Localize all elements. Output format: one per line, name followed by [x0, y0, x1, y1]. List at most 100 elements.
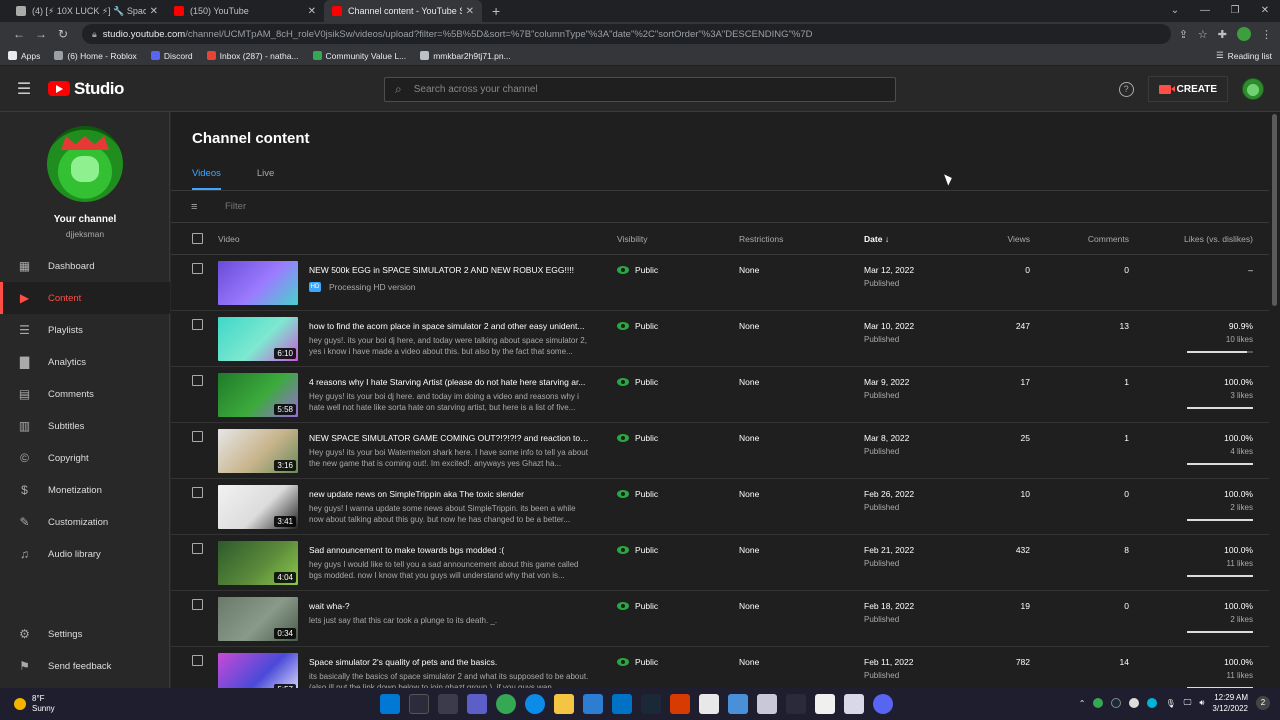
weather-widget[interactable]: 8°F Sunny	[14, 694, 55, 714]
clock[interactable]: 12:29 AM 3/12/2022	[1212, 692, 1248, 714]
col-comments[interactable]: Comments	[1088, 234, 1129, 244]
select-all-checkbox[interactable]	[192, 233, 203, 244]
steam-icon[interactable]	[641, 694, 661, 714]
sidebar-item-comments[interactable]: ▤ Comments	[0, 378, 170, 410]
filter-input[interactable]: Filter	[225, 201, 246, 212]
row-checkbox[interactable]	[192, 599, 203, 610]
col-visibility[interactable]: Visibility	[617, 234, 648, 244]
start-button-icon[interactable]	[380, 694, 400, 714]
bookmark-item[interactable]: Apps	[8, 51, 40, 61]
pen-app-icon[interactable]	[844, 694, 864, 714]
bookmark-star-icon[interactable]: ☆	[1198, 28, 1208, 41]
sidebar-item-subtitles[interactable]: ▥ Subtitles	[0, 410, 170, 442]
tab-close-icon[interactable]: ✕	[308, 6, 316, 17]
sidebar-item-send-feedback[interactable]: ⚑ Send feedback	[0, 650, 170, 682]
tray-chevron-icon[interactable]: ⌃	[1079, 699, 1086, 708]
sidebar-item-content[interactable]: ▶ Content	[0, 282, 170, 314]
tab-close-icon[interactable]: ✕	[150, 6, 158, 17]
tray-app-icon[interactable]	[1093, 698, 1104, 708]
tab-live[interactable]: Live	[257, 160, 274, 190]
row-checkbox[interactable]	[192, 543, 203, 554]
search-taskbar-icon[interactable]	[409, 694, 429, 714]
video-title[interactable]: NEW SPACE SIMULATOR GAME COMING OUT?!?!?…	[309, 433, 591, 443]
menu-kebab-icon[interactable]: ⋮	[1261, 28, 1272, 41]
bookmark-item[interactable]: Community Value L...	[312, 51, 406, 61]
video-title[interactable]: Space simulator 2's quality of pets and …	[309, 657, 591, 667]
row-checkbox[interactable]	[192, 319, 203, 330]
col-restrictions[interactable]: Restrictions	[739, 234, 783, 244]
video-thumbnail[interactable]: 3:16	[218, 429, 298, 473]
reload-icon[interactable]: ↻	[52, 27, 74, 41]
video-thumbnail[interactable]: 3:41	[218, 485, 298, 529]
discord-icon[interactable]	[873, 694, 893, 714]
forward-icon[interactable]: →	[30, 27, 52, 41]
lock-icon[interactable]: 🔒︎	[92, 29, 97, 40]
file-explorer-icon[interactable]	[554, 694, 574, 714]
help-icon[interactable]: ?	[1118, 81, 1134, 97]
table-row[interactable]: 4:04 Sad announcement to make towards bgs…	[171, 535, 1269, 591]
back-icon[interactable]: ←	[8, 27, 30, 41]
table-row[interactable]: 3:16 NEW SPACE SIMULATOR GAME COMING OUT?…	[171, 423, 1269, 479]
video-thumbnail[interactable]: 5:58	[218, 373, 298, 417]
video-thumbnail[interactable]: 4:04	[218, 541, 298, 585]
video-title[interactable]: Sad announcement to make towards bgs mod…	[309, 545, 591, 555]
minimize-button[interactable]: —	[1190, 0, 1220, 22]
share-icon[interactable]: ⇪	[1179, 28, 1188, 41]
visibility-dropdown[interactable]: Public	[617, 377, 658, 387]
video-thumbnail[interactable]: 5:57	[218, 653, 298, 688]
visibility-dropdown[interactable]: Public	[617, 657, 658, 667]
page-scrollbar[interactable]	[1269, 112, 1280, 688]
bookmark-item[interactable]: Inbox (287) - natha...	[206, 51, 299, 61]
profile-avatar[interactable]	[1237, 27, 1251, 41]
browser-tab[interactable]: (4) [⚡ 10X LUCK ⚡] 🔧 Space Si ✕	[8, 0, 166, 22]
reading-list-button[interactable]: ☰ Reading list	[1216, 50, 1272, 61]
sidebar-item-analytics[interactable]: ▇ Analytics	[0, 346, 170, 378]
your-channel-label[interactable]: Your channel	[0, 214, 170, 225]
visibility-dropdown[interactable]: Public	[617, 265, 658, 275]
extensions-icon[interactable]: ✚	[1218, 28, 1227, 41]
microphone-icon[interactable]: 🎙︎	[1165, 699, 1175, 708]
table-row[interactable]: 5:58 4 reasons why I hate Starving Artist…	[171, 367, 1269, 423]
tray-cloud-icon[interactable]	[1129, 698, 1140, 708]
studio-logo[interactable]: Studio	[48, 79, 124, 99]
filter-icon[interactable]: ≡	[191, 201, 203, 213]
sidebar-item-customization[interactable]: ✎ Customization	[0, 506, 170, 538]
row-checkbox[interactable]	[192, 431, 203, 442]
video-thumbnail[interactable]	[218, 261, 298, 305]
tray-sync-icon[interactable]	[1147, 698, 1158, 708]
video-title[interactable]: new update news on SimpleTrippin aka The…	[309, 489, 591, 499]
task-view-icon[interactable]	[438, 694, 458, 714]
browser-tab[interactable]: Channel content - YouTube Studi ✕	[324, 0, 482, 22]
table-row[interactable]: 3:41 new update news on SimpleTrippin aka…	[171, 479, 1269, 535]
row-checkbox[interactable]	[192, 487, 203, 498]
store-icon[interactable]	[583, 694, 603, 714]
sidebar-item-settings[interactable]: ⚙ Settings	[0, 618, 170, 650]
sidebar-item-monetization[interactable]: $ Monetization	[0, 474, 170, 506]
search-input[interactable]: Search across your channel	[414, 84, 538, 95]
sidebar-item-dashboard[interactable]: ▦ Dashboard	[0, 250, 170, 282]
bookmark-item[interactable]: (6) Home - Roblox	[54, 51, 137, 61]
bookmark-item[interactable]: Discord	[150, 51, 193, 61]
edge-icon[interactable]	[525, 694, 545, 714]
restore-button[interactable]: ❐	[1220, 0, 1250, 22]
game-icon[interactable]	[786, 694, 806, 714]
tab-search-icon[interactable]: ⌄	[1160, 0, 1190, 22]
visibility-dropdown[interactable]: Public	[617, 601, 658, 611]
sidebar-item-audio-library[interactable]: ♫ Audio library	[0, 538, 170, 570]
video-title[interactable]: 4 reasons why I hate Starving Artist (pl…	[309, 377, 591, 387]
table-row[interactable]: 5:57 Space simulator 2's quality of pets …	[171, 647, 1269, 688]
scrollbar-thumb[interactable]	[1272, 114, 1277, 306]
col-date[interactable]: Date ↓	[864, 234, 889, 244]
chrome-icon[interactable]	[496, 694, 516, 714]
app-icon[interactable]	[757, 694, 777, 714]
address-bar[interactable]: 🔒︎ studio.youtube.com/channel/UCMTpAM_8c…	[82, 24, 1171, 44]
row-checkbox[interactable]	[192, 263, 203, 274]
visibility-dropdown[interactable]: Public	[617, 321, 658, 331]
video-title[interactable]: wait wha-?	[309, 601, 591, 611]
volume-icon[interactable]: 🔊︎	[1199, 698, 1204, 708]
video-title[interactable]: how to find the acorn place in space sim…	[309, 321, 591, 331]
g-app-icon[interactable]	[728, 694, 748, 714]
video-thumbnail[interactable]: 0:34	[218, 597, 298, 641]
visibility-dropdown[interactable]: Public	[617, 545, 658, 555]
video-thumbnail[interactable]: 6:10	[218, 317, 298, 361]
